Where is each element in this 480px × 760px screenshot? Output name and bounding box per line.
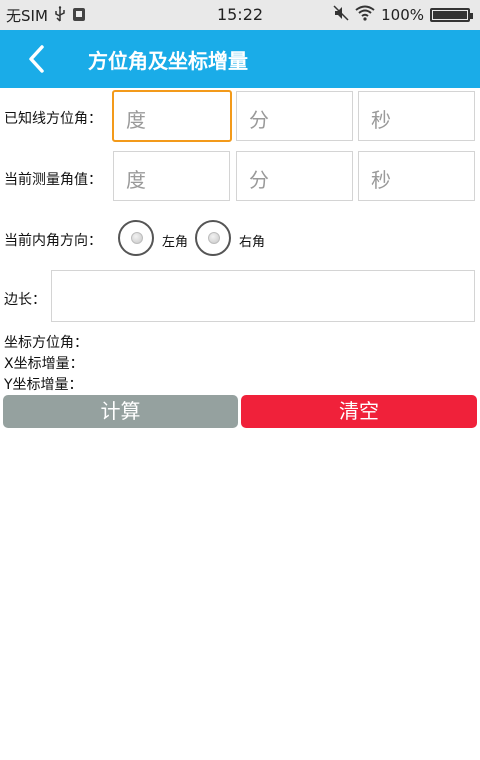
- known-azimuth-label: 已知线方位角：: [4, 111, 102, 127]
- minute-placeholder: 分: [249, 168, 269, 192]
- y-increment-result-label: Y坐标增量：: [4, 377, 83, 393]
- status-bar: 无SIM 15:22 100%: [0, 0, 480, 30]
- inner-angle-direction-label: 当前内角方向：: [4, 233, 102, 249]
- second-placeholder: 秒: [371, 168, 391, 192]
- side-length-row: 边长：: [0, 270, 480, 322]
- page-title: 方位角及坐标增量: [88, 49, 248, 73]
- battery-percent: 100%: [381, 6, 424, 24]
- battery-icon: [430, 8, 473, 22]
- known-azimuth-minute-input[interactable]: 分: [236, 91, 353, 141]
- right-angle-radio[interactable]: [195, 220, 231, 256]
- mute-icon: [333, 5, 349, 25]
- side-length-input[interactable]: [51, 270, 475, 322]
- known-azimuth-degree-input[interactable]: 度: [112, 90, 232, 142]
- second-placeholder: 秒: [371, 108, 391, 132]
- measured-angle-minute-input[interactable]: 分: [236, 151, 353, 201]
- calculate-button[interactable]: 计算: [3, 395, 238, 428]
- left-angle-radio[interactable]: [118, 220, 154, 256]
- degree-placeholder: 度: [126, 168, 146, 192]
- app-bar: 方位角及坐标增量: [0, 30, 480, 88]
- measured-angle-label: 当前测量角值：: [4, 172, 102, 188]
- clear-button[interactable]: 清空: [241, 395, 477, 428]
- measured-angle-row: 当前测量角值： 度 分 秒: [0, 151, 480, 203]
- left-angle-label[interactable]: 左角: [162, 231, 188, 250]
- degree-placeholder: 度: [126, 108, 146, 132]
- back-button[interactable]: [22, 42, 52, 76]
- wifi-icon: [355, 5, 375, 25]
- status-right: 100%: [333, 5, 473, 25]
- x-increment-result-label: X坐标增量：: [4, 356, 84, 372]
- measured-angle-degree-input[interactable]: 度: [113, 151, 230, 201]
- measured-angle-second-input[interactable]: 秒: [358, 151, 475, 201]
- known-azimuth-second-input[interactable]: 秒: [358, 91, 475, 141]
- minute-placeholder: 分: [249, 108, 269, 132]
- known-azimuth-row: 已知线方位角： 度 分 秒: [0, 90, 480, 142]
- azimuth-result-label: 坐标方位角：: [4, 335, 88, 351]
- right-angle-label[interactable]: 右角: [239, 231, 265, 250]
- side-length-label: 边长：: [4, 292, 46, 308]
- inner-angle-direction-row: 当前内角方向： 左角 右角: [0, 218, 480, 258]
- chevron-left-icon: [29, 45, 44, 73]
